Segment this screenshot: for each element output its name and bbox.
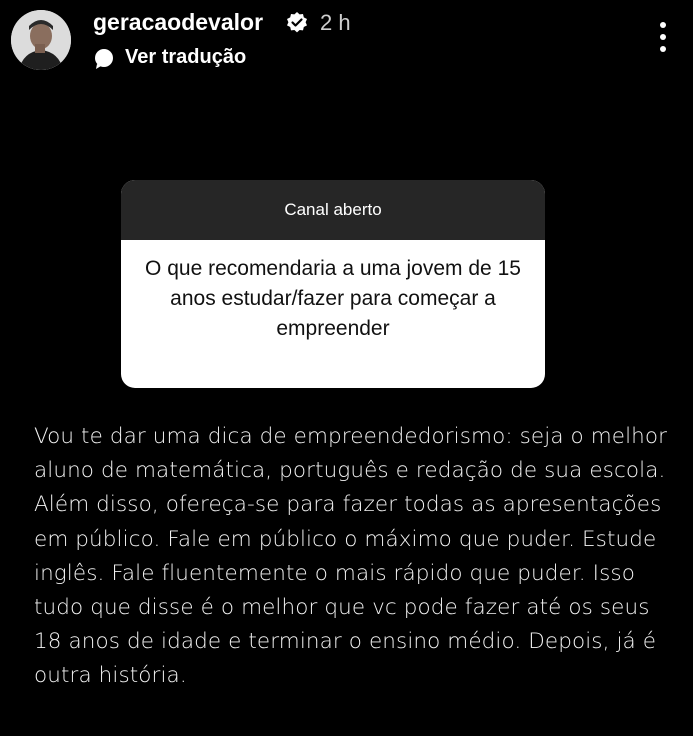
answer-text: Vou te dar uma dica de empreendedorismo:… <box>34 424 668 689</box>
question-text: O que recomendaria a uma jovem de 15 ano… <box>145 257 521 340</box>
question-sticker: Canal aberto O que recomendaria a uma jo… <box>121 180 545 388</box>
time-ago: 2 h <box>320 10 351 35</box>
verified-badge-icon <box>287 12 307 33</box>
question-sticker-title: Canal aberto <box>121 180 545 240</box>
profile-photo-icon <box>11 10 71 70</box>
username[interactable]: geracaodevalor <box>93 9 263 36</box>
more-options-button[interactable] <box>650 20 676 56</box>
story-header: geracaodevalor 2 h Ver tradução <box>0 0 693 80</box>
avatar[interactable] <box>11 10 71 70</box>
see-translation-label: Ver tradução <box>125 46 247 68</box>
more-vertical-icon <box>660 22 666 28</box>
speech-bubble-icon <box>95 49 113 69</box>
